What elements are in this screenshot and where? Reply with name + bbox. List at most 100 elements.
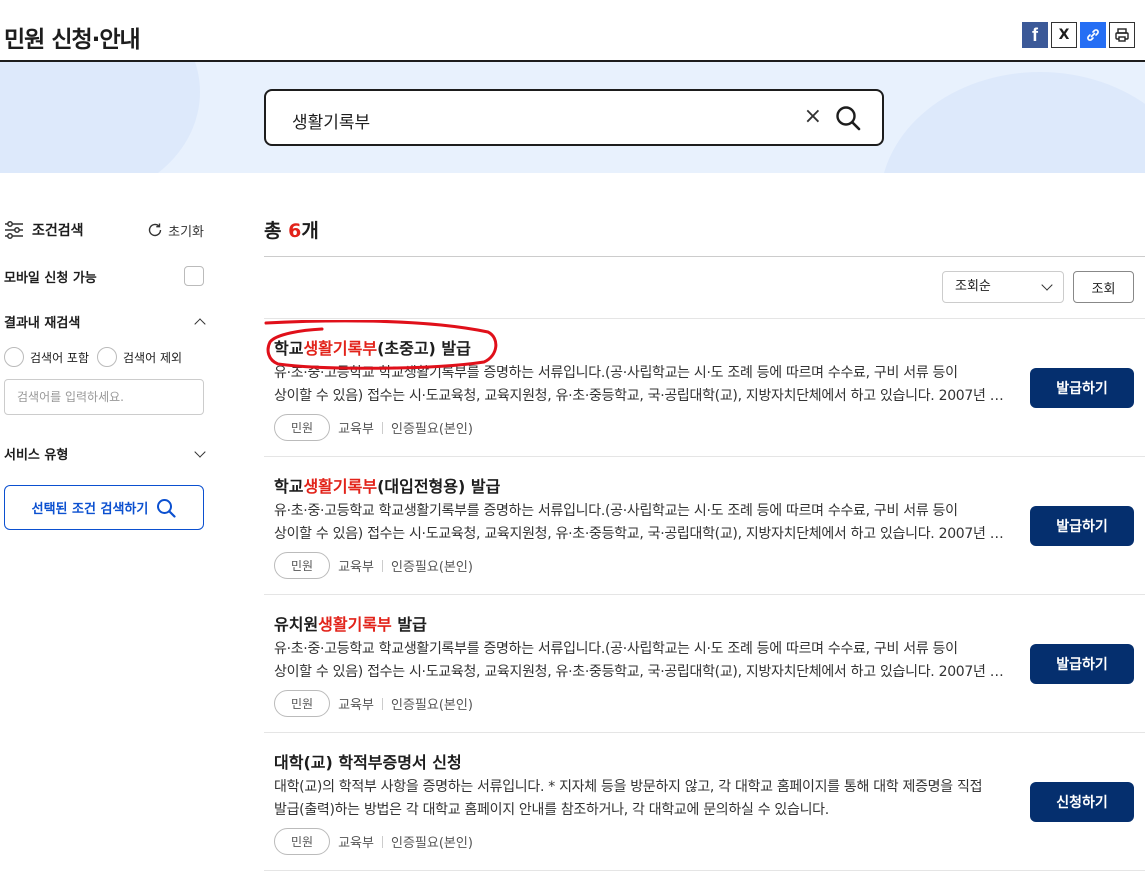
result-title[interactable]: 학교생활기록부(초중고) 발급: [274, 335, 471, 359]
research-label: 결과내 재검색: [4, 316, 81, 331]
auth-label: 인증필요(본인): [390, 836, 473, 851]
total-count: 6: [288, 220, 302, 242]
apply-button[interactable]: 신청하기: [1030, 782, 1134, 822]
search-band: 생활기록부 ×: [0, 62, 1145, 173]
description-line: 발급(출력)하는 방법은 각 대학교 홈페이지 안내를 참조하거나, 각 대학교…: [274, 802, 829, 818]
result-item: 학교생활기록부(초중고) 발급 유·초·중·고등학교 학교생활기록부를 증명하는…: [264, 319, 1145, 457]
result-description: 유·초·중·고등학교 학교생활기록부를 증명하는 서류입니다.(공·사립학교는 …: [274, 500, 1004, 546]
title-text: (초중고) 발급: [377, 339, 471, 358]
title-highlight: 생활기록부: [318, 615, 392, 634]
issue-button[interactable]: 발급하기: [1030, 506, 1134, 546]
type-badge: 민원: [274, 828, 331, 855]
description-line: 유·초·중·고등학교 학교생활기록부를 증명하는 서류입니다.(공·사립학교는 …: [274, 365, 958, 381]
result-meta: 민원 교육부 인증필요(본인): [274, 414, 473, 441]
title-text: 발급: [391, 615, 427, 634]
sort-submit-button[interactable]: 조회: [1073, 271, 1134, 303]
separator: [381, 835, 383, 848]
research-section-header[interactable]: 결과내 재검색: [4, 312, 206, 331]
title-text: 학교: [274, 477, 304, 496]
research-input[interactable]: 검색어를 입력하세요.: [4, 379, 204, 415]
total-prefix: 총: [264, 220, 289, 242]
result-total: 총 6개: [264, 216, 319, 243]
apply-filter-label: 선택된 조건 검색하기: [31, 502, 149, 517]
result-title[interactable]: 유치원생활기록부 발급: [274, 611, 427, 635]
result-meta: 민원 교육부 인증필요(본인): [274, 690, 473, 717]
title-text: (대입전형용) 발급: [377, 477, 501, 496]
result-meta: 민원 교육부 인증필요(본인): [274, 552, 473, 579]
filter-title-label: 조건검색: [32, 223, 84, 239]
exclude-option[interactable]: 검색어 제외: [97, 347, 182, 367]
apply-filter-button[interactable]: 선택된 조건 검색하기: [4, 485, 204, 530]
chevron-down-icon: [194, 445, 206, 458]
mobile-checkbox[interactable]: [184, 266, 204, 286]
type-badge: 민원: [274, 552, 331, 579]
exclude-radio[interactable]: [97, 347, 118, 367]
search-input[interactable]: 생활기록부 ×: [264, 89, 884, 146]
result-item: 유치원생활기록부 발급 유·초·중·고등학교 학교생활기록부를 증명하는 서류입…: [264, 595, 1145, 733]
agency-label: 교육부: [338, 836, 374, 851]
include-option[interactable]: 검색어 포함: [4, 347, 89, 367]
separator: [381, 421, 383, 434]
agency-label: 교육부: [338, 560, 374, 575]
description-line: 유·초·중·고등학교 학교생활기록부를 증명하는 서류입니다.(공·사립학교는 …: [274, 503, 958, 519]
result-title[interactable]: 대학(교) 학적부증명서 신청: [274, 749, 462, 773]
result-meta: 민원 교육부 인증필요(본인): [274, 828, 473, 855]
result-item: 학교생활기록부(대입전형용) 발급 유·초·중·고등학교 학교생활기록부를 증명…: [264, 457, 1145, 595]
type-badge: 민원: [274, 414, 331, 441]
description-line: 상이할 수 있음) 접수는 시·도교육청, 교육지원청, 유·초·중등학교, 국…: [274, 526, 1004, 542]
service-type-header[interactable]: 서비스 유형: [4, 444, 206, 463]
search-query[interactable]: 생활기록부: [292, 108, 370, 133]
auth-label: 인증필요(본인): [390, 560, 473, 575]
link-icon: [1087, 29, 1099, 41]
facebook-share-button[interactable]: f: [1022, 22, 1048, 48]
copy-link-button[interactable]: [1080, 22, 1106, 48]
decorative-shape: [880, 72, 1145, 173]
service-type-label: 서비스 유형: [4, 448, 69, 463]
agency-label: 교육부: [338, 422, 374, 437]
title-highlight: 생활기록부: [303, 339, 378, 358]
reset-button[interactable]: 초기화: [147, 221, 204, 240]
total-suffix: 개: [301, 220, 319, 242]
decorative-shape: [0, 62, 200, 173]
x-icon: X: [1058, 27, 1070, 43]
filter-header: 조건검색 초기화: [4, 210, 204, 250]
mobile-filter-label: 모바일 신청 가능: [4, 270, 97, 286]
exclude-label: 검색어 제외: [123, 350, 183, 365]
research-options: 검색어 포함 검색어 제외: [4, 347, 182, 367]
page-header: 민원 신청·안내 f X: [0, 0, 1145, 62]
filter-sidebar: 조건검색 초기화 모바일 신청 가능 결과내 재검색 검색어 포함 검색어 제외…: [4, 210, 206, 530]
clear-icon[interactable]: ×: [804, 104, 822, 129]
chevron-up-icon: [194, 317, 206, 330]
facebook-icon: f: [1032, 24, 1038, 45]
title-text: 유치원: [274, 615, 319, 634]
filter-sliders-icon: [5, 221, 23, 239]
description-line: 상이할 수 있음) 접수는 시·도교육청, 교육지원청, 유·초·중등학교, 국…: [274, 664, 1004, 680]
result-title[interactable]: 학교생활기록부(대입전형용) 발급: [274, 473, 500, 497]
issue-button[interactable]: 발급하기: [1030, 644, 1134, 684]
share-toolbar: f X: [1022, 22, 1135, 48]
sort-select[interactable]: 조회순: [942, 271, 1064, 303]
refresh-icon: [148, 223, 162, 237]
divider: [264, 256, 1145, 257]
issue-button[interactable]: 발급하기: [1030, 368, 1134, 408]
reset-label: 초기화: [168, 224, 204, 240]
result-description: 대학(교)의 학적부 사항을 증명하는 서류입니다. * 지자체 등을 방문하지…: [274, 776, 1004, 822]
separator: [381, 697, 383, 710]
include-radio[interactable]: [4, 347, 24, 367]
print-button[interactable]: [1109, 22, 1135, 48]
result-description: 유·초·중·고등학교 학교생활기록부를 증명하는 서류입니다.(공·사립학교는 …: [274, 362, 1004, 408]
search-icon[interactable]: [834, 104, 862, 132]
type-badge: 민원: [274, 690, 331, 717]
chevron-down-icon: [1041, 279, 1053, 291]
include-label: 검색어 포함: [30, 350, 90, 365]
description-line: 유·초·중·고등학교 학교생활기록부를 증명하는 서류입니다.(공·사립학교는 …: [274, 641, 958, 657]
description-line: 대학(교)의 학적부 사항을 증명하는 서류입니다. * 지자체 등을 방문하지…: [274, 779, 983, 795]
agency-label: 교육부: [338, 698, 374, 713]
title-highlight: 생활기록부: [303, 477, 378, 496]
filter-title: 조건검색: [4, 220, 84, 240]
auth-label: 인증필요(본인): [390, 698, 473, 713]
print-icon: [1115, 28, 1129, 42]
separator: [381, 559, 383, 572]
mobile-filter-row: 모바일 신청 가능: [4, 266, 204, 286]
x-share-button[interactable]: X: [1051, 22, 1077, 48]
